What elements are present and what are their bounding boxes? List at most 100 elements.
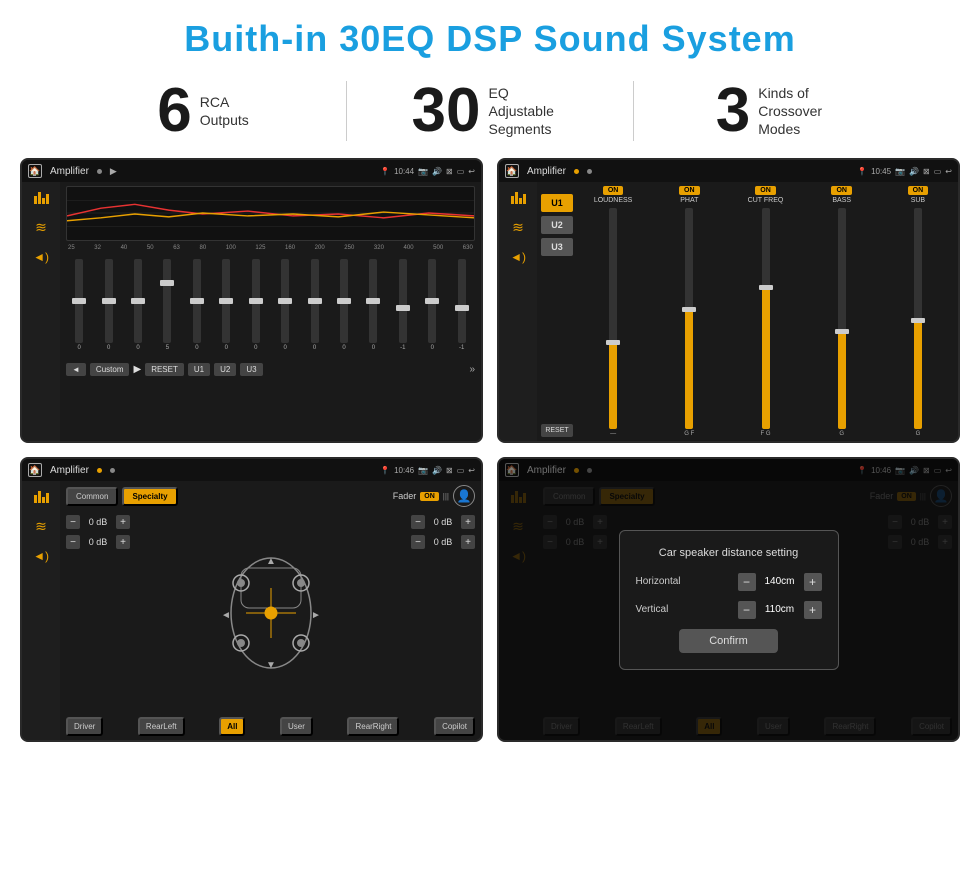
db-minus-3[interactable]: − [411,515,425,529]
db-plus-3[interactable]: + [461,515,475,529]
stat-eq-number: 30 [412,80,481,142]
dialog-vertical-plus[interactable]: + [804,601,822,619]
fader-copilot-btn[interactable]: Copilot [434,717,475,736]
camera-icon-3: 📷 [418,466,428,475]
eq-prev-btn[interactable]: ◄ [66,363,86,376]
wave-icon[interactable]: ≋ [29,218,53,236]
amp-loudness-toggle[interactable]: ON [603,186,624,195]
amp-cutfreq-slider[interactable] [762,208,770,429]
amp-cutfreq-toggle[interactable]: ON [755,186,776,195]
db-minus-2[interactable]: − [66,535,80,549]
eq-slider-3[interactable]: 0 [134,259,142,351]
home-icon[interactable]: 🏠 [28,164,42,178]
amp-bass-toggle[interactable]: ON [831,186,852,195]
status-dot-2 [574,169,579,174]
amp-loudness-slider[interactable] [609,208,617,429]
fader-bottom-row: Driver RearLeft All User RearRight Copil… [66,717,475,736]
eq-slider-13[interactable]: 0 [428,259,436,351]
back-icon-3[interactable]: ↩ [468,466,475,475]
eq-slider-8[interactable]: 0 [281,259,289,351]
back-icon-2[interactable]: ↩ [945,167,952,176]
fader-user-btn[interactable]: User [280,717,313,736]
dialog-horizontal-plus[interactable]: + [804,573,822,591]
amp-sub-slider[interactable] [914,208,922,429]
fader-main: Common Specialty Fader ON ||| 👤 − [60,481,481,740]
eq-more-icon[interactable]: » [469,364,475,375]
db-value-2: 0 dB [83,537,113,547]
settings-icon-2: ⊠ [923,167,930,176]
fader-wave-icon[interactable]: ≋ [29,517,53,535]
location-icon-3: 📍 [380,466,390,475]
fader-common-tab[interactable]: Common [66,487,118,506]
stat-rca-text: RCAOutputs [200,93,249,129]
home-icon-2[interactable]: 🏠 [505,164,519,178]
speaker-icon[interactable]: ◄) [29,248,53,266]
amp-phat-toggle[interactable]: ON [679,186,700,195]
fader-time: 10:46 [394,466,414,475]
amp-speaker-icon[interactable]: ◄) [506,248,530,266]
fader-rearright-btn[interactable]: RearRight [347,717,399,736]
db-minus-1[interactable]: − [66,515,80,529]
amp-phat-slider[interactable] [685,208,693,429]
amp-u2-btn[interactable]: U2 [541,216,573,234]
status-dot-4 [97,468,102,473]
eq-icon[interactable] [29,188,53,206]
amp-u1-btn[interactable]: U1 [541,194,573,212]
eq-u2-btn[interactable]: U2 [214,363,236,376]
fader-eq-icon[interactable] [29,487,53,505]
db-control-2: − 0 dB + [66,535,146,549]
amp-sub-label: SUB [911,197,925,204]
eq-topbar-title: Amplifier [50,166,89,177]
eq-slider-7[interactable]: 0 [252,259,260,351]
eq-time: 10:44 [394,167,414,176]
eq-reset-btn[interactable]: RESET [145,363,184,376]
eq-slider-4[interactable]: 5 [163,259,171,351]
home-icon-3[interactable]: 🏠 [28,463,42,477]
amp-wave-icon[interactable]: ≋ [506,218,530,236]
dialog-horizontal-minus[interactable]: − [738,573,756,591]
eq-u1-btn[interactable]: U1 [188,363,210,376]
dialog-confirm-button[interactable]: Confirm [679,629,778,653]
eq-slider-5[interactable]: 0 [193,259,201,351]
eq-slider-11[interactable]: 0 [369,259,377,351]
eq-slider-10[interactable]: 0 [340,259,348,351]
db-minus-4[interactable]: − [411,535,425,549]
eq-slider-6[interactable]: 0 [222,259,230,351]
eq-preset-custom[interactable]: Custom [90,363,130,376]
back-icon[interactable]: ↩ [468,167,475,176]
eq-play-btn[interactable]: ▶ [133,364,141,375]
eq-slider-12[interactable]: -1 [399,259,407,351]
eq-main: 25 32 40 50 63 80 100 125 160 200 250 32… [60,182,481,441]
db-plus-2[interactable]: + [116,535,130,549]
status-dot-5 [110,468,115,473]
person-icon[interactable]: 👤 [453,485,475,507]
amp-eq-icon[interactable] [506,188,530,206]
fader-specialty-tab[interactable]: Specialty [122,487,177,506]
amp-reset-btn[interactable]: RESET [541,424,573,437]
eq-u3-btn[interactable]: U3 [240,363,262,376]
fader-all-btn[interactable]: All [219,717,245,736]
amp-topbar-right: 📍 10:45 📷 🔊 ⊠ ▭ ↩ [857,167,952,176]
db-plus-4[interactable]: + [461,535,475,549]
amp-bass-slider[interactable] [838,208,846,429]
db-value-1: 0 dB [83,517,113,527]
dialog-vertical-minus[interactable]: − [738,601,756,619]
screen-eq: 🏠 Amplifier ▶ 📍 10:44 📷 🔊 ⊠ ▭ ↩ [20,158,483,443]
db-plus-1[interactable]: + [116,515,130,529]
fader-speaker-icon[interactable]: ◄) [29,547,53,565]
eq-slider-9[interactable]: 0 [311,259,319,351]
screen-eq-topbar: 🏠 Amplifier ▶ 📍 10:44 📷 🔊 ⊠ ▭ ↩ [22,160,481,182]
fader-rearleft-btn[interactable]: RearLeft [138,717,185,736]
eq-slider-2[interactable]: 0 [105,259,113,351]
amp-sub-toggle[interactable]: ON [908,186,929,195]
amp-u3-btn[interactable]: U3 [541,238,573,256]
fader-driver-btn[interactable]: Driver [66,717,103,736]
db-control-1: − 0 dB + [66,515,146,529]
amp-topbar-title: Amplifier [527,166,566,177]
eq-slider-14[interactable]: -1 [458,259,466,351]
amp-cutfreq-label: CUT FREQ [748,197,784,204]
fader-content: − 0 dB + − 0 dB + [66,515,475,711]
eq-slider-1[interactable]: 0 [75,259,83,351]
amp-loudness-group: ON LOUDNESS — [577,186,649,437]
eq-graph [66,186,475,241]
